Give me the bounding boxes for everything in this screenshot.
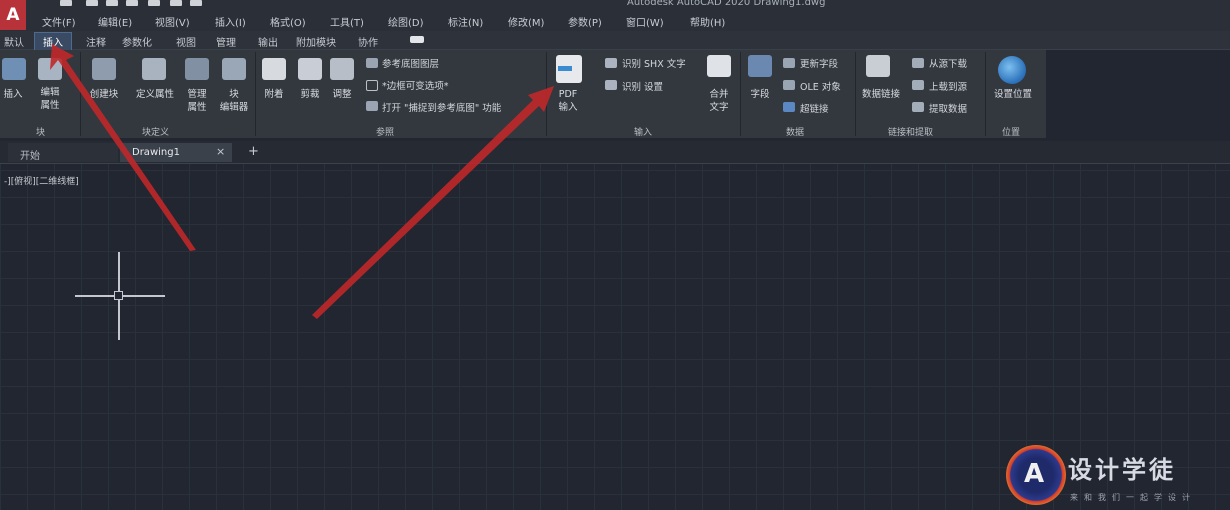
arrow-to-insert-tab <box>50 44 196 251</box>
annotation-arrows <box>50 44 554 319</box>
watermark-brand: 设计学徒 <box>1068 456 1176 484</box>
arrow-to-pdf-import <box>312 86 554 319</box>
watermark-logo-letter: A <box>1024 459 1045 489</box>
watermark-slogan: 来和我们一起学设计 <box>1070 493 1196 502</box>
